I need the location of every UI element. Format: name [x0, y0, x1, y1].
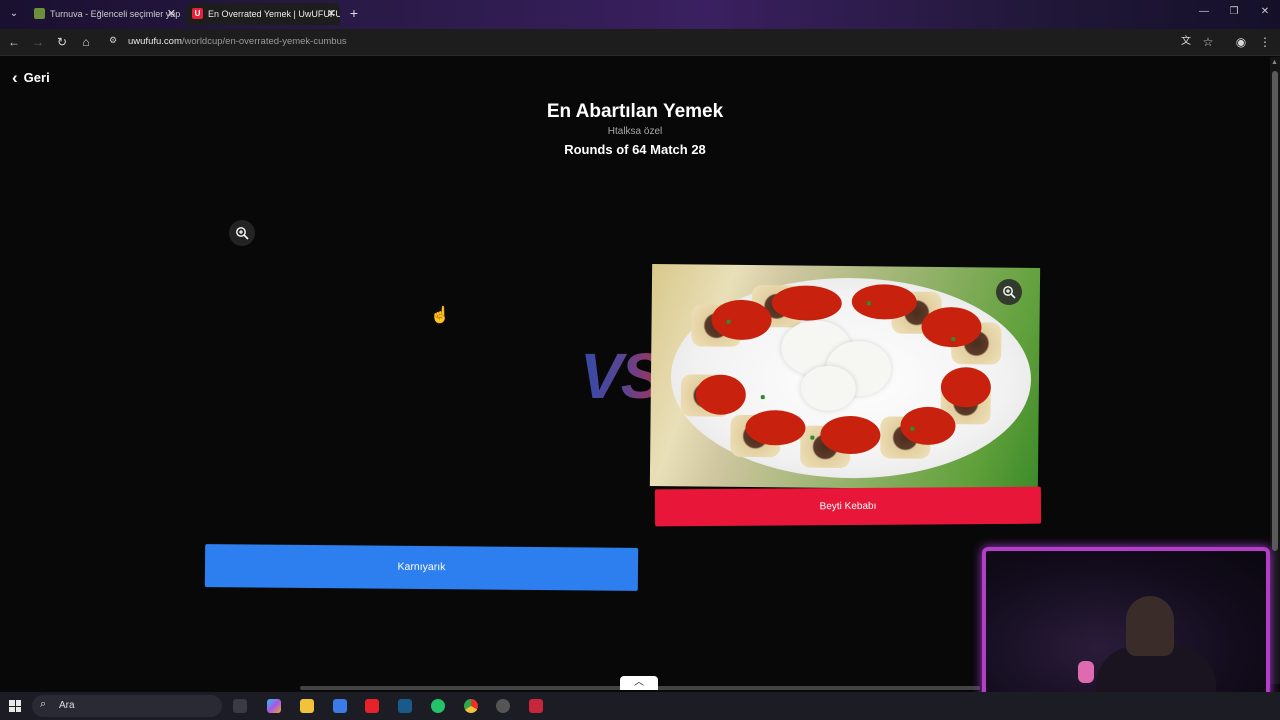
restore-icon[interactable]: ❐ [1227, 6, 1241, 17]
url-path: /worldcup/en-overrated-yemek-cumbus [181, 36, 347, 47]
file-explorer-icon[interactable] [300, 699, 314, 713]
scroll-up-arrow-icon[interactable]: ▲ [1271, 59, 1278, 66]
uwufufu-favicon-icon: U [192, 8, 203, 19]
home-icon[interactable]: ⌂ [78, 34, 94, 50]
magnifier-plus-icon [236, 227, 249, 240]
vs-label: VS [580, 340, 663, 412]
new-tab-plus-icon[interactable]: + [346, 5, 362, 21]
zoom-right-image-button[interactable] [996, 279, 1022, 305]
back-arrow-icon[interactable]: ← [6, 34, 22, 50]
microsoft-store-icon[interactable] [333, 699, 347, 713]
zoom-left-image-button[interactable] [229, 220, 255, 246]
copilot-icon[interactable] [267, 699, 281, 713]
site-info-icon[interactable]: ⚙ [109, 35, 122, 48]
windows-taskbar: ⌕ Ara [0, 692, 1280, 720]
forward-arrow-icon[interactable]: → [30, 34, 46, 50]
url-field[interactable]: uwufufu.com/worldcup/en-overrated-yemek-… [128, 36, 347, 47]
back-label: Geri [23, 70, 50, 85]
webcam-person-head [1126, 596, 1174, 656]
browser-tab-bar: ⌄ Turnuva - Eğlenceli seçimler yap ✕ U E… [0, 0, 1280, 29]
back-button[interactable]: ‹ Geri [12, 68, 50, 87]
browser-tab-turnuva[interactable]: Turnuva - Eğlenceli seçimler yap ✕ [28, 3, 180, 25]
close-window-icon[interactable]: ✕ [1258, 6, 1272, 17]
right-choice-button[interactable]: Beyti Kebabı [654, 486, 1042, 527]
steam-icon[interactable] [398, 699, 412, 713]
favicon-icon [34, 8, 45, 19]
bookmark-star-icon[interactable]: ☆ [1200, 34, 1216, 50]
browser-menu-icon[interactable]: ⋮ [1257, 34, 1273, 50]
browser-tab-uwufufu[interactable]: U En Overrated Yemek | UwUFUFU ✕ [186, 3, 340, 25]
valorant-icon[interactable] [529, 699, 543, 713]
tab-close-icon[interactable]: ✕ [167, 3, 176, 25]
vertical-scrollbar[interactable]: ▲ [1270, 57, 1280, 684]
page-subtitle: Htalksa özel [607, 126, 663, 137]
chevron-left-icon: ‹ [12, 68, 18, 87]
profile-avatar-icon[interactable]: ◉ [1233, 34, 1249, 50]
reload-icon[interactable]: ↻ [54, 34, 70, 50]
tab-search-chevron-icon[interactable]: ⌄ [6, 6, 22, 22]
windows-start-icon[interactable] [9, 700, 21, 712]
scroll-to-top-chevron-icon[interactable]: ︿ [620, 676, 658, 690]
round-info: Rounds of 64 Match 28 [564, 142, 706, 157]
address-bar-row: ← → ↻ ⌂ ⚙ uwufufu.com/worldcup/en-overra… [0, 29, 1280, 56]
page-title: En Abartılan Yemek [546, 101, 724, 122]
youtube-icon[interactable] [365, 699, 379, 713]
search-icon: ⌕ [40, 698, 47, 710]
microphone-graphic [1078, 661, 1094, 683]
magnifier-plus-icon [1003, 286, 1016, 299]
chrome-icon[interactable] [464, 699, 478, 713]
url-host: uwufufu.com [128, 36, 182, 47]
tab-title: Turnuva - Eğlenceli seçimler yap [50, 9, 180, 19]
task-view-icon[interactable] [233, 699, 247, 713]
hand-cursor-icon: ☝ [430, 307, 450, 324]
taskbar-search-box[interactable]: ⌕ Ara [32, 695, 222, 717]
left-choice-button[interactable]: Karnıyarık [204, 544, 639, 591]
taskbar-search-placeholder: Ara [59, 700, 75, 711]
tab-title: En Overrated Yemek | UwUFUFU [208, 9, 340, 19]
right-choice-image[interactable] [649, 263, 1041, 491]
whatsapp-icon[interactable] [431, 699, 445, 713]
translate-icon[interactable]: 文 [1178, 34, 1194, 50]
minimize-icon[interactable]: — [1197, 6, 1211, 17]
scrollbar-thumb[interactable] [1272, 71, 1278, 551]
obs-icon[interactable] [496, 699, 510, 713]
tab-close-icon[interactable]: ✕ [327, 3, 336, 25]
